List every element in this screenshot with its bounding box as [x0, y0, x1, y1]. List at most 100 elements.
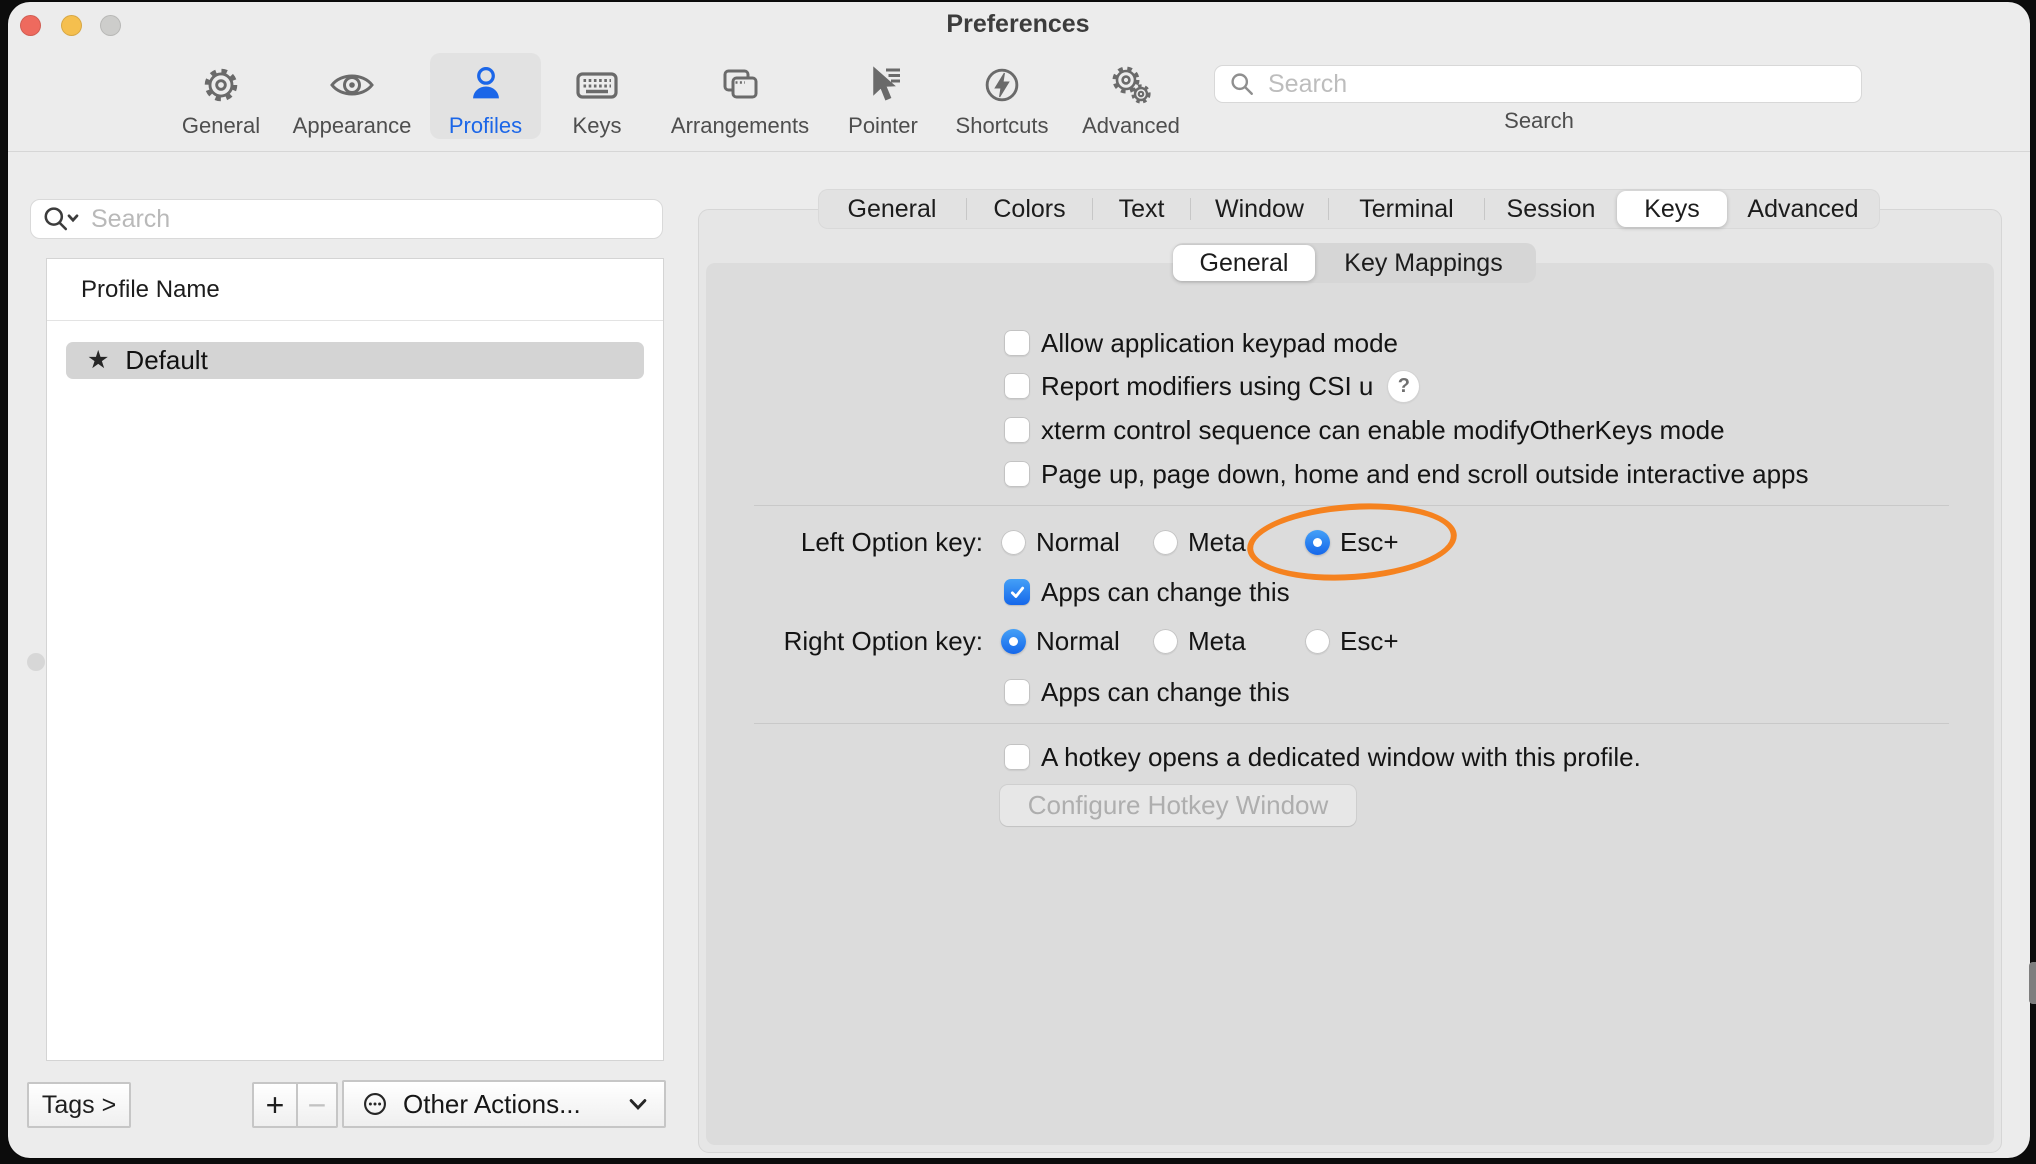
- checkbox-label: xterm control sequence can enable modify…: [1041, 415, 1725, 446]
- search-menu-icon: [40, 203, 82, 235]
- toolbar-item-profiles[interactable]: Profiles: [430, 53, 541, 139]
- other-actions-dropdown[interactable]: Other Actions...: [342, 1080, 666, 1128]
- checkbox-hotkey-window[interactable]: [1004, 744, 1030, 770]
- toolbar-item-label: Profiles: [449, 113, 522, 139]
- radio-label: Normal: [1036, 626, 1120, 657]
- profile-name: Default: [125, 345, 207, 376]
- section-separator: [754, 723, 1949, 724]
- toolbar-item-label: Keys: [573, 113, 622, 139]
- profile-row-default[interactable]: ★ Default: [66, 342, 644, 379]
- other-actions-label: Other Actions...: [403, 1089, 581, 1120]
- circle-ellipsis-icon: [358, 1087, 392, 1121]
- checkbox-row-right-apps-change[interactable]: Apps can change this: [1004, 674, 1290, 710]
- subtab-key-mappings[interactable]: Key Mappings: [1315, 243, 1532, 283]
- radio-label: Meta: [1188, 626, 1246, 657]
- toolbar-search-field[interactable]: [1214, 65, 1862, 103]
- radio-button[interactable]: [1305, 530, 1330, 555]
- checkbox-label: Report modifiers using CSI u: [1041, 371, 1373, 402]
- radio-label: Esc+: [1340, 527, 1399, 558]
- person-icon: [463, 57, 509, 113]
- tab-advanced[interactable]: Advanced: [1727, 189, 1879, 229]
- toolbar-search-caption: Search: [1439, 108, 1639, 134]
- toolbar-item-general[interactable]: General: [171, 53, 271, 139]
- radio-label: Esc+: [1340, 626, 1399, 657]
- checkbox-label: Apps can change this: [1041, 577, 1290, 608]
- toolbar-item-label: Advanced: [1082, 113, 1180, 139]
- toolbar-search-input[interactable]: [1266, 69, 1849, 100]
- toolbar-item-pointer[interactable]: Pointer: [828, 53, 938, 139]
- tags-button[interactable]: Tags >: [27, 1082, 131, 1128]
- radio-left-normal[interactable]: Normal: [1001, 524, 1120, 560]
- right-option-key-label: Right Option key:: [683, 623, 983, 659]
- checkbox-row-modify-other-keys[interactable]: xterm control sequence can enable modify…: [1004, 412, 1725, 448]
- window-title: Preferences: [668, 10, 1368, 39]
- toolbar-item-label: Shortcuts: [956, 113, 1049, 139]
- checkbox-row-keypad-mode[interactable]: Allow application keypad mode: [1004, 325, 1398, 361]
- radio-right-esc[interactable]: Esc+: [1305, 623, 1399, 659]
- subtab-general[interactable]: General: [1173, 245, 1315, 281]
- profile-list: Profile Name ★ Default: [46, 258, 664, 1061]
- profile-search-input[interactable]: [89, 204, 653, 235]
- toolbar-item-shortcuts[interactable]: Shortcuts: [942, 53, 1062, 139]
- profile-tab-bar: General Colors Text Window Terminal Sess…: [818, 189, 1880, 229]
- toolbar-item-label: Pointer: [848, 113, 918, 139]
- radio-button[interactable]: [1153, 629, 1178, 654]
- checkbox-left-apps-change[interactable]: [1004, 579, 1030, 605]
- search-icon: [1227, 69, 1257, 99]
- radio-right-meta[interactable]: Meta: [1153, 623, 1246, 659]
- checkbox-label: Page up, page down, home and end scroll …: [1041, 459, 1809, 490]
- toolbar-item-label: Arrangements: [671, 113, 809, 139]
- toolbar-item-arrangements[interactable]: Arrangements: [655, 53, 825, 139]
- radio-button[interactable]: [1001, 629, 1026, 654]
- gears-icon: [1107, 57, 1155, 113]
- radio-button[interactable]: [1001, 530, 1026, 555]
- checkbox-row-page-scroll[interactable]: Page up, page down, home and end scroll …: [1004, 456, 1809, 492]
- checkbox-right-apps-change[interactable]: [1004, 679, 1030, 705]
- tab-text[interactable]: Text: [1093, 189, 1190, 229]
- tab-window[interactable]: Window: [1191, 189, 1328, 229]
- keys-subtab-bar: General Key Mappings: [1173, 243, 1536, 283]
- checkbox-label: Apps can change this: [1041, 677, 1290, 708]
- help-button[interactable]: ?: [1388, 371, 1419, 402]
- checkbox-row-csi-u[interactable]: Report modifiers using CSI u ?: [1004, 368, 1419, 404]
- star-icon: ★: [87, 348, 109, 373]
- preferences-window: Preferences General Appearance: [8, 2, 2030, 1158]
- toolbar-divider: [8, 151, 2030, 152]
- checkbox-csi-u[interactable]: [1004, 373, 1030, 399]
- list-header-separator: [47, 320, 663, 321]
- checkbox-keypad-mode[interactable]: [1004, 330, 1030, 356]
- minimize-button[interactable]: [61, 15, 82, 36]
- toolbar-item-keys[interactable]: Keys: [556, 53, 638, 139]
- radio-left-meta[interactable]: Meta: [1153, 524, 1246, 560]
- checkbox-modify-other-keys[interactable]: [1004, 417, 1030, 443]
- toolbar-item-appearance[interactable]: Appearance: [277, 53, 427, 139]
- profile-search-field[interactable]: [30, 199, 663, 239]
- left-option-key-label: Left Option key:: [683, 524, 983, 560]
- keyboard-icon: [573, 57, 621, 113]
- add-profile-button[interactable]: +: [252, 1082, 298, 1128]
- configure-hotkey-window-button: Configure Hotkey Window: [1000, 785, 1356, 826]
- radio-button[interactable]: [1153, 530, 1178, 555]
- chevron-down-icon: [626, 1094, 650, 1114]
- radio-right-normal[interactable]: Normal: [1001, 623, 1120, 659]
- pane-splitter-handle[interactable]: [27, 653, 45, 671]
- checkbox-row-left-apps-change[interactable]: Apps can change this: [1004, 574, 1290, 610]
- checkbox-row-hotkey-window[interactable]: A hotkey opens a dedicated window with t…: [1004, 739, 1641, 775]
- tab-colors[interactable]: Colors: [967, 189, 1092, 229]
- tab-terminal[interactable]: Terminal: [1329, 189, 1484, 229]
- eye-icon: [328, 57, 376, 113]
- tab-keys[interactable]: Keys: [1617, 191, 1727, 227]
- radio-label: Meta: [1188, 527, 1246, 558]
- radio-left-esc[interactable]: Esc+: [1305, 524, 1399, 560]
- radio-label: Normal: [1036, 527, 1120, 558]
- checkbox-page-scroll[interactable]: [1004, 461, 1030, 487]
- close-button[interactable]: [20, 15, 41, 36]
- remove-profile-button[interactable]: −: [296, 1082, 338, 1128]
- radio-button[interactable]: [1305, 629, 1330, 654]
- tab-session[interactable]: Session: [1485, 189, 1617, 229]
- profile-list-header: Profile Name: [47, 259, 663, 304]
- gear-icon: [198, 57, 244, 113]
- tab-general[interactable]: General: [818, 189, 966, 229]
- zoom-button-disabled: [100, 15, 121, 36]
- toolbar-item-advanced[interactable]: Advanced: [1071, 53, 1191, 139]
